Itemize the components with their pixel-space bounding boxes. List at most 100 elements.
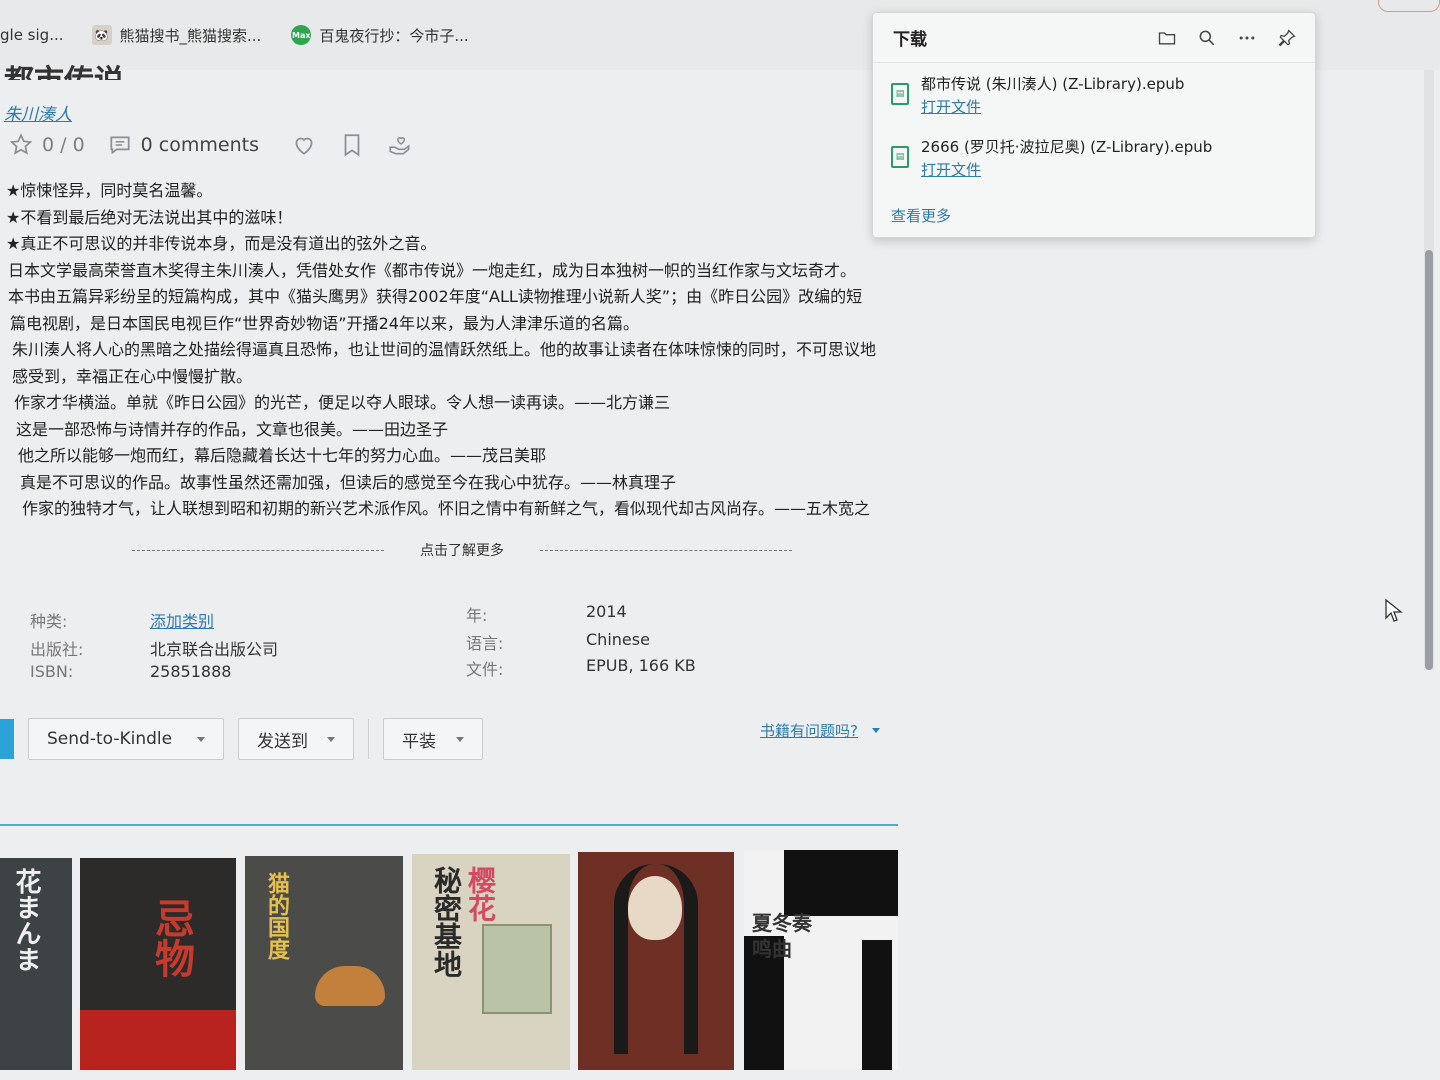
book-cover[interactable]: 秘密基地 樱花 [412,854,570,1070]
download-item[interactable]: ▤ 都市传说 (朱川湊人) (Z-Library).epub 打开文件 [891,73,1184,117]
downloads-title: 下载 [893,30,927,50]
chevron-down-icon [197,736,205,742]
cover-block [784,850,898,916]
book-cover[interactable]: 夏冬奏鸣曲 [744,850,898,1070]
book-cover[interactable] [578,852,734,1070]
description-line: 作家才华横溢。单就《昨日公园》的光芒，便足以夺人眼球。令人想一读再读。——北方谦… [14,393,671,412]
open-file-link[interactable]: 打开文件 [921,96,1184,117]
description-line: 本书由五篇异彩纷呈的短篇构成，其中《猫头鹰男》获得2002年度“ALL读物推理小… [8,287,863,306]
description-line: ★惊悚怪异，同时莫名温馨。 [6,181,213,200]
window-control-edge [1378,0,1440,12]
folder-icon[interactable] [1157,28,1177,48]
scroll-thumb[interactable] [1425,250,1433,670]
meta-label: ISBN: [30,662,74,681]
hand-heart-icon [389,137,410,155]
meta-label: 出版社: [30,640,84,659]
more-options-icon[interactable] [1237,28,1257,48]
book-cover[interactable]: 猫的国度 [245,856,403,1070]
meta-label: 语言: [466,634,504,653]
book-cover[interactable]: 忌物 [80,858,236,1070]
description-line: ★不看到最后绝对无法说出其中的滋味！ [6,207,293,227]
chevron-down-icon [327,736,335,742]
author-link[interactable]: 朱川湊人 [4,100,72,125]
cover-band [80,1010,236,1070]
bookmark-item[interactable]: gle sig... [0,26,64,44]
panda-icon: 🐼 [91,25,112,45]
cursor-icon [1385,598,1403,622]
bookmark-button[interactable] [339,132,365,158]
meta-label: 种类: [30,612,68,631]
section-divider [0,824,898,826]
book-title: 都市传说 [4,56,124,80]
meta-value: 北京联合出版公司 [150,640,279,659]
divider-dash [132,549,384,551]
favorite-button[interactable] [291,132,317,158]
star-icon [9,133,33,155]
add-category-link[interactable]: 添加类别 [150,608,214,632]
cover-title: 忌物 [148,898,195,978]
rating-control[interactable]: 0 / 0 [8,132,85,158]
send-to-button[interactable]: 发送到 [238,718,354,760]
bookmark-item[interactable]: 🐼 熊猫搜书_熊猫搜索... [91,25,261,46]
book-description: ★惊悚怪异，同时莫名温馨。 ★不看到最后绝对无法说出其中的滋味！ ★真正不可思议… [6,178,906,523]
search-icon[interactable] [1197,28,1217,48]
see-more-link[interactable]: 查看更多 [891,205,951,226]
read-more-link[interactable]: 点击了解更多 [420,540,504,560]
epub-file-icon: ▤ [891,146,909,168]
cover-title: 花まんま [11,868,41,972]
button-label: 平装 [402,731,436,752]
send-to-kindle-button[interactable]: Send-to-Kindle [28,718,224,760]
description-line: 日本文学最高荣誉直木奖得主朱川湊人，凭借处女作《都市传说》一炮走红，成为日本独树… [8,260,857,280]
download-button[interactable] [0,719,14,759]
cover-title: 猫的国度 [264,872,290,960]
meta-value: EPUB, 166 KB [586,656,696,675]
download-filename: 2666 (罗贝托·波拉尼奥) (Z-Library).epub [921,138,1213,156]
downloads-toolbar [1157,28,1297,48]
description-line: 他之所以能够一炮而红，幕后隐藏着长达十七年的努力心血。——茂吕美耶 [18,446,547,465]
epub-file-icon: ▤ [891,83,909,105]
format-select-button[interactable]: 平装 [383,718,483,760]
meta-label: 文件: [466,660,504,679]
downloads-header: 下载 [873,13,1315,63]
download-item[interactable]: ▤ 2666 (罗贝托·波拉尼奥) (Z-Library).epub 打开文件 [891,136,1212,180]
heart-icon [295,137,313,155]
cover-illustration [482,924,552,1014]
download-filename: 都市传说 (朱川湊人) (Z-Library).epub [921,75,1185,93]
bookmark-label: 百鬼夜行抄：今市子... [319,26,469,45]
description-line: 感受到，幸福正在心中慢慢扩散。 [12,366,253,386]
max-icon: Max [291,25,312,45]
chevron-down-icon [456,736,464,742]
read-more-row: 点击了解更多 [132,540,792,560]
description-line: 朱川湊人将人心的黑暗之处描绘得逼真且恐怖，也让世间的温情跃然纸上。他的故事让读者… [12,340,877,359]
description-line: 篇电视剧，是日本国民电视巨作“世界奇妙物语”开播24年以来，最为人津津乐道的名篇… [10,313,639,333]
open-file-link[interactable]: 打开文件 [921,159,1212,180]
report-problem-link[interactable]: 书籍有问题吗? [760,720,880,741]
meta-publisher: 出版社: 北京联合出版公司 [30,636,278,660]
cover-subtitle: 樱花 [464,866,497,922]
cat-illustration [315,966,385,1006]
description-line: ★真正不可思议的并非传说本身，而是没有道出的弦外之音。 [6,234,437,253]
page-scrollbar[interactable] [1424,70,1434,670]
meta-value: 2014 [586,602,627,621]
downloads-panel: 下载 ▤ 都市传说 (朱川湊人) (Z-Library).epub 打开文件 ▤… [872,12,1316,238]
meta-value: Chinese [586,630,650,649]
meta-category: 种类: 添加类别 [30,608,214,632]
book-cover[interactable]: 花まんま [0,858,72,1070]
bookmark-label: gle sig... [0,26,64,44]
action-buttons: Send-to-Kindle 发送到 平装 [0,718,483,760]
hair-illustration [614,864,698,1054]
donate-button[interactable] [387,132,413,158]
pin-icon[interactable] [1277,28,1297,48]
meta-label: 年: [466,606,488,625]
bookmark-item[interactable]: Max 百鬼夜行抄：今市子... [291,25,469,46]
description-line: 作家的独特才气，让人联想到昭和初期的新兴艺术派作风。怀旧之情中有新鲜之气，看似现… [22,499,871,518]
comments-control[interactable]: 0 comments [107,132,259,158]
description-line: 真是不可思议的作品。故事性虽然还需加强，但读后的感觉至今在我心中犹存。——林真理… [20,472,677,492]
comment-icon [110,136,130,155]
book-detail-page: 都市传说 朱川湊人 0 / 0 0 comments ★惊悚怪异，同时莫名温馨。… [0,64,900,1080]
button-label: 发送到 [257,731,308,752]
divider-dash [540,549,792,551]
meta-file: 文件: EPUB, 166 KB [466,656,696,680]
lighthouse-illustration [862,940,892,1070]
related-books-strip: 花まんま 忌物 猫的国度 秘密基地 樱花 夏冬奏鸣曲 [0,850,900,1080]
